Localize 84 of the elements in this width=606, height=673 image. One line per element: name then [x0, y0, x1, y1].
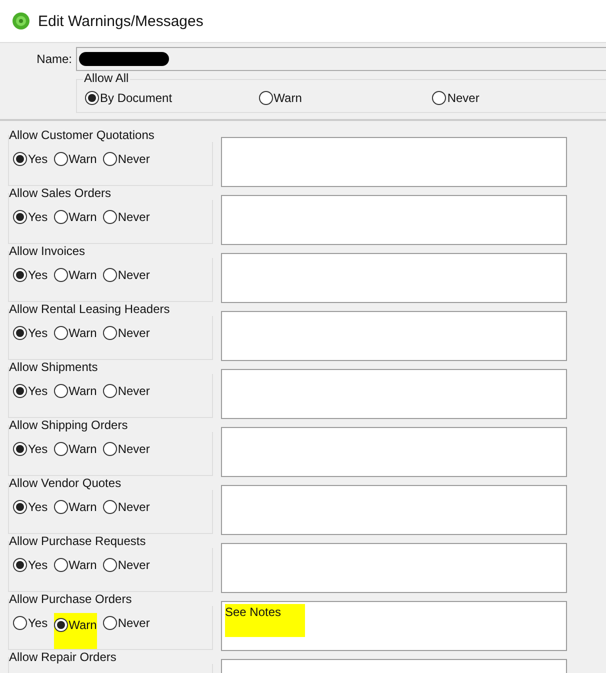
radio-option[interactable]: Never: [102, 613, 150, 633]
group-label: Allow Invoices: [9, 244, 214, 258]
radio-option[interactable]: Yes: [13, 149, 48, 169]
message-box[interactable]: [221, 485, 567, 535]
radio-option[interactable]: Never: [102, 439, 150, 459]
radio-option[interactable]: Never: [102, 323, 150, 343]
radio-icon[interactable]: [54, 558, 68, 572]
radio-icon[interactable]: [102, 384, 117, 398]
radio-icon[interactable]: [54, 268, 68, 282]
group-label: Allow Purchase Requests: [9, 534, 214, 548]
radio-option[interactable]: Never: [102, 497, 150, 517]
group-label: Allow Customer Quotations: [9, 128, 214, 142]
radio-icon[interactable]: [102, 268, 117, 282]
radio-icon[interactable]: [13, 616, 27, 630]
radio-icon[interactable]: [54, 384, 68, 398]
radio-icon[interactable]: [54, 210, 68, 224]
message-text: See Notes: [225, 605, 282, 619]
radio-option[interactable]: Warn: [54, 323, 97, 343]
radio-icon[interactable]: [54, 500, 68, 514]
radio-option[interactable]: Warn: [54, 381, 97, 401]
radio-option[interactable]: Never: [102, 207, 150, 227]
radio-option[interactable]: Never: [102, 555, 150, 575]
radio-icon[interactable]: [54, 618, 68, 632]
radio-option[interactable]: Never: [102, 381, 150, 401]
radio-option[interactable]: Yes: [13, 497, 48, 517]
radio-icon[interactable]: [13, 326, 27, 340]
radio-option[interactable]: Warn: [54, 265, 97, 285]
message-box[interactable]: See Notes: [221, 601, 567, 651]
radio-icon[interactable]: [102, 152, 117, 166]
group-label: Allow Sales Orders: [9, 186, 214, 200]
radio-option[interactable]: Warn: [54, 207, 97, 227]
radio-icon[interactable]: [13, 558, 27, 572]
group-label: Allow Repair Orders: [9, 650, 214, 664]
radio-icon[interactable]: [54, 442, 68, 456]
message-box[interactable]: [221, 311, 567, 361]
radio-icon[interactable]: [13, 500, 27, 514]
radio-icon[interactable]: [102, 500, 117, 514]
group-label: Allow Shipments: [9, 360, 214, 374]
radio-icon[interactable]: [102, 210, 117, 224]
radio-icon[interactable]: [13, 384, 27, 398]
message-box[interactable]: [221, 427, 567, 477]
radio-option[interactable]: Warn: [258, 88, 432, 108]
radio-option[interactable]: Yes: [13, 381, 48, 401]
radio-option[interactable]: Never: [102, 265, 150, 285]
radio-icon[interactable]: [432, 91, 446, 105]
name-field[interactable]: [76, 47, 606, 71]
radio-icon[interactable]: [85, 91, 99, 105]
message-box[interactable]: [221, 195, 567, 245]
radio-option[interactable]: Warn: [54, 439, 97, 459]
radio-icon[interactable]: [54, 152, 68, 166]
radio-option[interactable]: Warn: [54, 497, 97, 517]
group-label: Allow Vendor Quotes: [9, 476, 214, 490]
message-box[interactable]: [221, 543, 567, 593]
name-label: Name:: [36, 52, 72, 66]
radio-icon[interactable]: [102, 326, 117, 340]
radio-icon[interactable]: [102, 558, 117, 572]
radio-option[interactable]: Yes: [13, 265, 48, 285]
message-box[interactable]: [221, 253, 567, 303]
radio-option[interactable]: Never: [432, 88, 606, 108]
group-label: Allow Rental Leasing Headers: [9, 302, 214, 316]
radio-icon[interactable]: [54, 326, 68, 340]
message-box[interactable]: [221, 137, 567, 187]
radio-option[interactable]: Yes: [13, 439, 48, 459]
radio-option[interactable]: Yes: [13, 555, 48, 575]
radio-option[interactable]: Yes: [13, 323, 48, 343]
radio-icon[interactable]: [258, 91, 273, 105]
group-label: Allow All: [83, 71, 130, 85]
radio-icon[interactable]: [13, 210, 27, 224]
radio-option[interactable]: Yes: [13, 613, 48, 633]
radio-option[interactable]: Warn: [54, 555, 97, 575]
radio-icon[interactable]: [13, 152, 27, 166]
group-label: Allow Purchase Orders: [9, 592, 214, 606]
radio-icon[interactable]: [102, 442, 117, 456]
group-label: Allow Shipping Orders: [9, 418, 214, 432]
radio-option[interactable]: Warn: [54, 149, 97, 169]
radio-icon[interactable]: [102, 616, 117, 630]
window-title: Edit Warnings/Messages: [38, 12, 204, 30]
radio-icon[interactable]: [13, 268, 27, 282]
radio-option[interactable]: Yes: [13, 207, 48, 227]
message-box[interactable]: [221, 369, 567, 419]
radio-option[interactable]: By Document: [85, 88, 259, 108]
radio-option[interactable]: Never: [102, 149, 150, 169]
radio-icon[interactable]: [13, 442, 27, 456]
radio-option[interactable]: Warn: [54, 615, 97, 635]
